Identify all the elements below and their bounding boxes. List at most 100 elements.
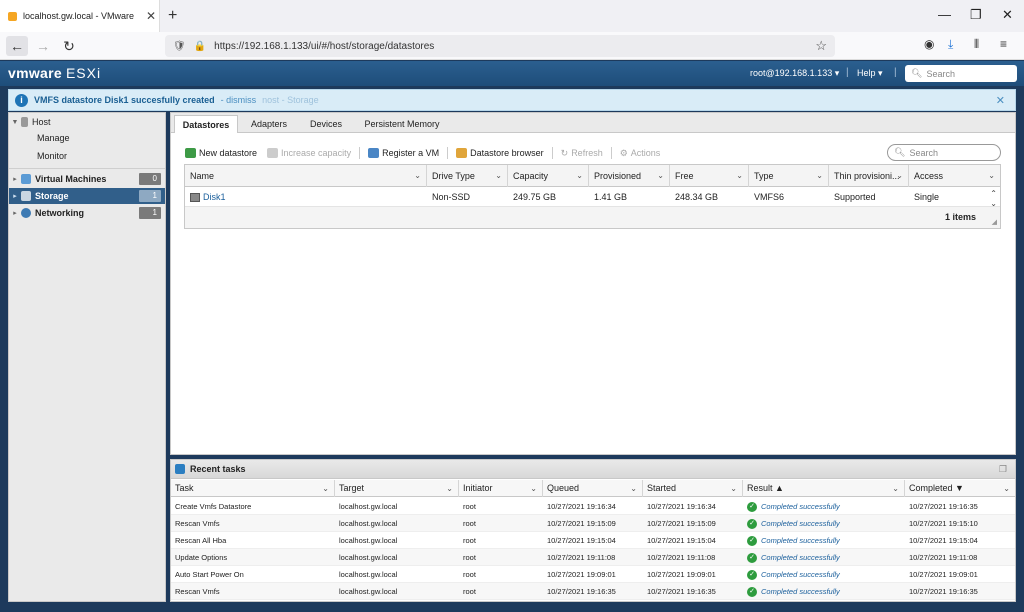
address-bar[interactable]: 🛡 🔒 https://192.168.1.133/ui/#/host/stor… <box>165 35 835 57</box>
datastore-search-input[interactable]: 🔍︎ Search <box>887 144 1001 161</box>
increase-capacity-icon <box>267 148 279 158</box>
recent-tasks-header: Recent tasks ❐ <box>171 460 1015 479</box>
column-task[interactable]: Task ⌄ <box>171 480 335 497</box>
column-provisioned[interactable]: Provisioned ⌄ <box>589 165 670 187</box>
table-row[interactable]: Create Vmfs Datastore localhost.gw.local r… <box>171 498 1015 515</box>
cell-completed: 10/27/2021 19:09:01 <box>909 570 978 579</box>
sidebar-item-manage[interactable]: Manage <box>9 130 165 146</box>
column-started[interactable]: Started ⌄ <box>643 480 743 497</box>
grid-header: Name ⌄ Drive Type ⌄ Capacity ⌄ Provisioned ⌄… <box>185 165 1000 187</box>
column-drive-type[interactable]: Drive Type ⌄ <box>427 165 508 187</box>
expand-caret-icon[interactable]: ▸ <box>9 175 21 183</box>
new-datastore-button[interactable]: New datastore <box>185 148 257 158</box>
close-notification-icon[interactable]: ✕ <box>996 94 1005 107</box>
expand-caret-icon[interactable]: ▸ <box>9 209 21 217</box>
sidebar-item-virtual-machines[interactable]: ▸ Virtual Machines 0 <box>9 171 165 187</box>
back-button[interactable]: ← <box>6 36 28 56</box>
forward-button[interactable]: → <box>32 36 54 56</box>
networking-count-badge: 1 <box>139 207 161 219</box>
restore-icon[interactable]: ❐ <box>970 7 982 23</box>
cell-completed: 10/27/2021 19:16:35 <box>909 502 978 511</box>
cell-queued: 10/27/2021 19:09:01 <box>547 570 616 579</box>
vm-count-badge: 0 <box>139 173 161 185</box>
column-queued[interactable]: Queued ⌄ <box>543 480 643 497</box>
lock-icon: 🔒 <box>193 40 207 52</box>
dismiss-link[interactable]: - dismiss <box>221 95 257 105</box>
column-completed[interactable]: Completed ▼ ⌄ <box>905 480 1015 497</box>
grid-footer: 1 items ◢ <box>185 207 1000 228</box>
cell-started: 10/27/2021 19:15:09 <box>647 519 716 528</box>
breadcrumb-behind: nost - Storage <box>262 95 319 105</box>
collapse-caret-icon[interactable]: ▼ <box>9 119 21 126</box>
cell-queued: 10/27/2021 19:15:04 <box>547 536 616 545</box>
tab-persistent-memory[interactable]: Persistent Memory <box>357 115 447 133</box>
datastore-name-link[interactable]: Disk1 <box>203 192 226 202</box>
increase-capacity-button[interactable]: Increase capacity <box>267 148 351 158</box>
networking-icon <box>21 208 31 218</box>
expand-caret-icon[interactable]: ▸ <box>9 192 21 200</box>
table-row[interactable]: Update Options localhost.gw.local root 10/2… <box>171 549 1015 566</box>
datastore-browser-button[interactable]: Datastore browser <box>456 148 544 158</box>
tasks-icon <box>175 464 185 474</box>
column-target[interactable]: Target ⌄ <box>335 480 459 497</box>
pocket-icon[interactable]: ◉ <box>924 37 934 51</box>
sidebar-item-networking[interactable]: ▸ Networking 1 <box>9 205 165 221</box>
cell-access: Single <box>914 192 940 202</box>
new-tab-button[interactable]: + <box>168 7 177 25</box>
tab-adapters[interactable]: Adapters <box>241 115 297 133</box>
column-thin-provisioning[interactable]: Thin provisioni... ⌄ <box>829 165 909 187</box>
navigation-bar: ← → ↻ 🛡 🔒 https://192.168.1.133/ui/#/hos… <box>0 32 1024 60</box>
user-menu[interactable]: root@192.168.1.133 ▾ <box>750 68 839 79</box>
cell-capacity: 249.75 GB <box>513 192 557 202</box>
cell-drive-type: Non-SSD <box>432 192 471 202</box>
column-capacity[interactable]: Capacity ⌄ <box>508 165 589 187</box>
success-check-icon: ✓ <box>747 569 757 580</box>
maximize-icon[interactable]: ❐ <box>999 464 1007 475</box>
browser-tab-bar: localhost.gw.local - VMware ESXi ✕ + — ❐… <box>0 0 1024 32</box>
column-access[interactable]: Access ⌄ <box>909 165 1000 187</box>
close-tab-icon[interactable]: ✕ <box>143 9 159 23</box>
cell-target: localhost.gw.local <box>339 519 398 528</box>
tasks-header-row: Task ⌄ Target ⌄ Initiator ⌄ Queued ⌄ Started… <box>171 480 1015 497</box>
table-row[interactable]: Auto Start Power On localhost.gw.local roo… <box>171 566 1015 583</box>
resize-handle-icon[interactable]: ◢ <box>992 218 997 226</box>
cell-task: Rescan Vmfs <box>175 587 220 596</box>
sidebar-item-monitor[interactable]: Monitor <box>9 148 165 164</box>
sidebar-item-storage[interactable]: ▸ Storage 1 <box>9 188 165 204</box>
actions-button[interactable]: ⚙ Actions <box>620 148 661 159</box>
table-row[interactable]: Rescan Vmfs localhost.gw.local root 10/27/2… <box>171 515 1015 532</box>
cell-result: ✓ Completed successfully <box>743 566 840 583</box>
menu-icon[interactable]: ≡ <box>1000 37 1007 51</box>
downloads-icon[interactable]: ⤓ <box>948 37 953 52</box>
close-window-icon[interactable]: ✕ <box>1002 7 1013 23</box>
datastore-grid: Name ⌄ Drive Type ⌄ Capacity ⌄ Provisioned ⌄… <box>184 164 1001 229</box>
refresh-icon: ↻ <box>560 147 569 158</box>
info-icon: i <box>15 93 28 107</box>
register-vm-button[interactable]: Register a VM <box>368 148 439 158</box>
tab-devices[interactable]: Devices <box>301 115 351 133</box>
table-row[interactable]: Disk1 Non-SSD 249.75 GB 1.41 GB 248.34 G… <box>185 187 1000 207</box>
bookmark-star-icon[interactable]: ☆ <box>815 38 827 54</box>
minimize-icon[interactable]: — <box>938 7 951 22</box>
column-name[interactable]: Name ⌄ <box>185 165 427 187</box>
cell-started: 10/27/2021 19:16:35 <box>647 587 716 596</box>
column-result[interactable]: Result ▲ ⌄ <box>743 480 905 497</box>
refresh-button[interactable]: ↻ Refresh <box>561 148 603 159</box>
tab-datastores[interactable]: Datastores <box>174 115 238 133</box>
table-row[interactable]: Rescan Vmfs localhost.gw.local root 10/27/2… <box>171 583 1015 600</box>
column-initiator[interactable]: Initiator ⌄ <box>459 480 543 497</box>
cell-started: 10/27/2021 19:11:08 <box>647 553 716 562</box>
grid-scroll-arrows[interactable]: ⌃ ⌄ <box>990 189 997 209</box>
table-row[interactable]: Rescan All Hba localhost.gw.local root 10/2… <box>171 532 1015 549</box>
header-search-input[interactable]: 🔍︎ Search <box>905 65 1017 82</box>
column-free[interactable]: Free ⌄ <box>670 165 749 187</box>
cell-task: Rescan Vmfs <box>175 519 220 528</box>
cell-result: ✓ Completed successfully <box>743 549 840 566</box>
reload-button[interactable]: ↻ <box>58 36 80 56</box>
browser-tab[interactable]: localhost.gw.local - VMware ESXi ✕ <box>0 0 160 32</box>
sidebar-item-host[interactable]: ▼ Host <box>9 114 165 130</box>
help-menu[interactable]: Help ▾ <box>857 68 883 79</box>
cell-result: ✓ Completed successfully <box>743 498 840 515</box>
library-icon[interactable]: ⫴ <box>974 37 979 52</box>
column-type[interactable]: Type ⌄ <box>749 165 829 187</box>
